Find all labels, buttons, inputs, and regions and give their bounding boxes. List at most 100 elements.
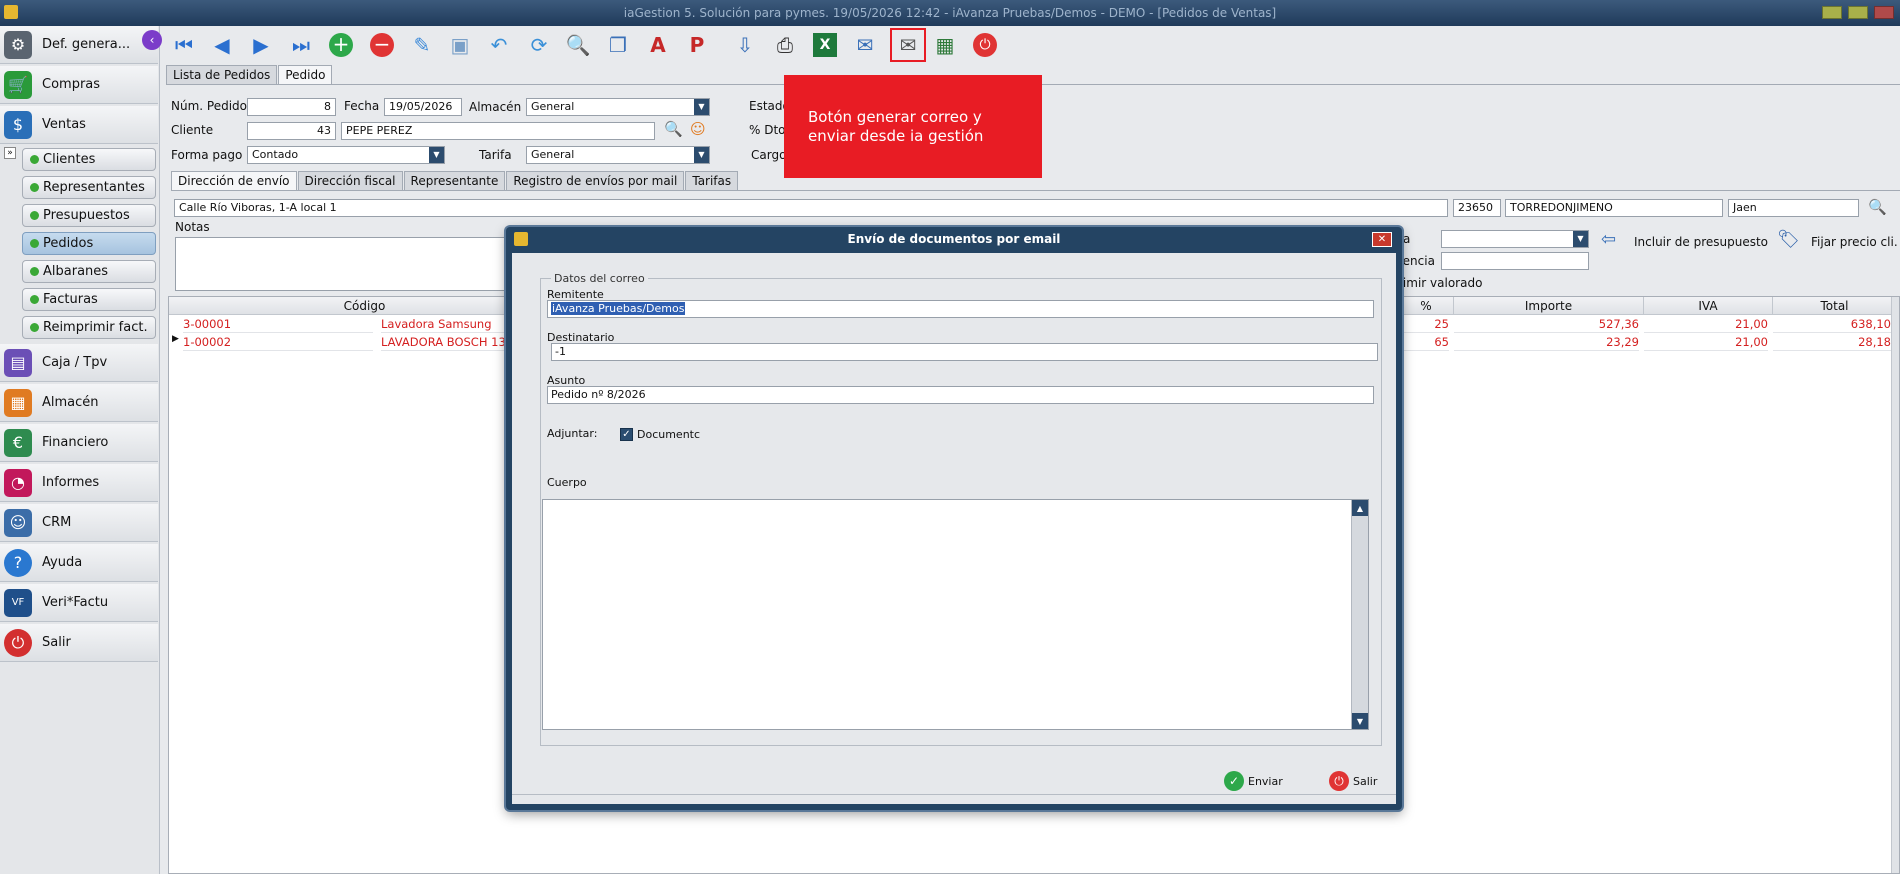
sidebar-item-verifactu[interactable]: VF Veri*Factu <box>0 584 158 622</box>
sidebar-item-compras[interactable]: 🛒 Compras <box>0 66 158 104</box>
sidebar-item-ayuda[interactable]: ? Ayuda <box>0 544 158 582</box>
search-icon[interactable]: 🔍 <box>664 120 683 138</box>
subitem-clientes[interactable]: Clientes <box>22 148 156 171</box>
cell-total[interactable]: 28,18 <box>1773 334 1891 351</box>
cell-iva[interactable]: 21,00 <box>1644 334 1768 351</box>
tarifa-select[interactable]: General ▼ <box>526 146 710 164</box>
column-header-pct[interactable]: % <box>1399 297 1454 315</box>
prev-record-icon[interactable]: ◀ <box>207 30 237 60</box>
remitente-value: iAvanza Pruebas/Demos <box>551 302 686 315</box>
cell-total[interactable]: 638,10 <box>1773 316 1891 333</box>
pdf-icon[interactable]: A <box>643 30 673 60</box>
next-record-icon[interactable]: ▶ <box>246 30 276 60</box>
almacen-select[interactable]: General ▼ <box>526 98 710 116</box>
minimize-button[interactable] <box>1822 6 1842 19</box>
notas-field[interactable] <box>175 237 510 291</box>
tab-registro-envios[interactable]: Registro de envíos por mail <box>506 171 685 190</box>
cell-codigo[interactable]: 1-00002 <box>183 334 373 351</box>
search-icon[interactable]: 🔍 <box>1868 198 1887 216</box>
city-field[interactable]: TORREDONJIMENO <box>1505 199 1723 217</box>
pdf-export-icon[interactable]: P <box>682 30 712 60</box>
salir-button[interactable]: ⏻ Salir <box>1329 771 1377 791</box>
referencia-field[interactable] <box>1441 252 1589 270</box>
subitem-pedidos[interactable]: Pedidos <box>22 232 156 255</box>
cliente-code-field[interactable]: 43 <box>247 122 336 140</box>
cell-pct[interactable]: 65 <box>1399 334 1449 351</box>
tab-pedido[interactable]: Pedido <box>278 65 333 84</box>
maximize-button[interactable] <box>1848 6 1868 19</box>
cell-iva[interactable]: 21,00 <box>1644 316 1768 333</box>
sidebar-item-caja-tpv[interactable]: ▤ Caja / Tpv <box>0 344 158 382</box>
edit-icon[interactable]: ✎ <box>407 30 437 60</box>
scroll-up-icon[interactable]: ▲ <box>1352 500 1368 516</box>
add-icon[interactable]: + <box>329 33 353 57</box>
first-record-icon[interactable]: ⏮ <box>169 30 199 60</box>
sidebar-item-salir[interactable]: ⏻ Salir <box>0 624 158 662</box>
column-header-codigo[interactable]: Código <box>169 297 561 315</box>
column-header-iva[interactable]: IVA <box>1644 297 1773 315</box>
close-window-button[interactable] <box>1874 6 1894 19</box>
subitem-representantes[interactable]: Representantes <box>22 176 156 199</box>
remitente-field[interactable]: iAvanza Pruebas/Demos <box>547 300 1374 318</box>
sidebar-item-def-general[interactable]: ⚙ Def. genera... <box>0 26 158 64</box>
sidebar-item-almacen[interactable]: ▦ Almacén <box>0 384 158 422</box>
client-search-icon[interactable]: ☺ <box>690 120 706 138</box>
forma-pago-select[interactable]: Contado ▼ <box>247 146 445 164</box>
save-icon[interactable]: ▣ <box>445 30 475 60</box>
province-field[interactable]: Jaen <box>1728 199 1859 217</box>
destinatario-field[interactable]: -1 <box>551 343 1378 361</box>
import-icon[interactable]: ⇩ <box>730 30 760 60</box>
cell-importe[interactable]: 23,29 <box>1454 334 1639 351</box>
subitem-presupuestos[interactable]: Presupuestos <box>22 204 156 227</box>
column-header-importe[interactable]: Importe <box>1454 297 1644 315</box>
dialog-titlebar[interactable]: Envío de documentos por email ✕ <box>506 227 1402 251</box>
close-icon[interactable]: ✕ <box>1372 232 1392 247</box>
copy-doc-icon[interactable]: ❐ <box>603 30 633 60</box>
subitem-albaranes[interactable]: Albaranes <box>22 260 156 283</box>
excel-icon[interactable]: X <box>813 33 837 57</box>
column-header-total[interactable]: Total <box>1773 297 1897 315</box>
cliente-name-field[interactable]: PEPE PEREZ <box>341 122 655 140</box>
documento-checkbox[interactable]: ✓ <box>620 428 633 441</box>
calculator-icon[interactable]: ▦ <box>930 30 960 60</box>
asunto-field[interactable]: Pedido nº 8/2026 <box>547 386 1374 404</box>
enviar-button[interactable]: ✓ Enviar <box>1224 771 1283 791</box>
last-record-icon[interactable]: ⏭ <box>286 30 316 60</box>
fijar-precio-link[interactable]: Fijar precio cli. <box>1811 235 1898 249</box>
cuerpo-textarea[interactable]: ▲ ▼ <box>542 499 1369 730</box>
include-budget-icon[interactable]: ⇦ <box>1601 229 1616 250</box>
power-icon[interactable]: ⏻ <box>973 33 997 57</box>
print-icon[interactable]: ⎙ <box>770 30 800 60</box>
right-select[interactable]: ▼ <box>1441 230 1589 248</box>
num-pedido-field[interactable]: 8 <box>247 98 336 116</box>
price-tag-icon[interactable]: 🏷 <box>1777 229 1800 250</box>
sidebar-item-financiero[interactable]: € Financiero <box>0 424 158 462</box>
tab-direccion-fiscal[interactable]: Dirección fiscal <box>297 171 403 190</box>
tab-representante[interactable]: Representante <box>403 171 506 190</box>
email-icon[interactable]: ✉ <box>850 30 880 60</box>
fecha-field[interactable]: 19/05/2026 <box>384 98 462 116</box>
search-doc-icon[interactable]: 🔍 <box>563 30 593 60</box>
tab-lista-pedidos[interactable]: Lista de Pedidos <box>166 65 278 84</box>
grid-scrollbar[interactable] <box>1891 297 1899 873</box>
cell-pct[interactable]: 25 <box>1399 316 1449 333</box>
tab-tarifas[interactable]: Tarifas <box>685 171 739 190</box>
undo-icon[interactable]: ↶ <box>484 30 514 60</box>
zip-field[interactable]: 23650 <box>1453 199 1501 217</box>
subitem-facturas[interactable]: Facturas <box>22 288 156 311</box>
subitem-reimprimir-fact[interactable]: Reimprimir fact. <box>22 316 156 339</box>
incluir-presupuesto-link[interactable]: Incluir de presupuesto <box>1634 235 1768 249</box>
scroll-down-icon[interactable]: ▼ <box>1352 713 1368 729</box>
collapse-group-icon[interactable]: » <box>4 147 16 159</box>
cell-codigo[interactable]: 3-00001 <box>183 316 373 333</box>
refresh-icon[interactable]: ⟳ <box>524 30 554 60</box>
cuerpo-scrollbar[interactable]: ▲ ▼ <box>1351 500 1368 729</box>
street-field[interactable]: Calle Río Viboras, 1-A local 1 <box>174 199 1448 217</box>
sidebar-item-informes[interactable]: ◔ Informes <box>0 464 158 502</box>
cell-importe[interactable]: 527,36 <box>1454 316 1639 333</box>
delete-icon[interactable]: − <box>370 33 394 57</box>
sidebar-item-ventas[interactable]: $ Ventas <box>0 106 158 144</box>
sidebar-item-crm[interactable]: ☺ CRM <box>0 504 158 542</box>
email-generate-icon[interactable]: ✉ <box>890 28 926 62</box>
tab-direccion-envio[interactable]: Dirección de envío <box>171 171 297 190</box>
